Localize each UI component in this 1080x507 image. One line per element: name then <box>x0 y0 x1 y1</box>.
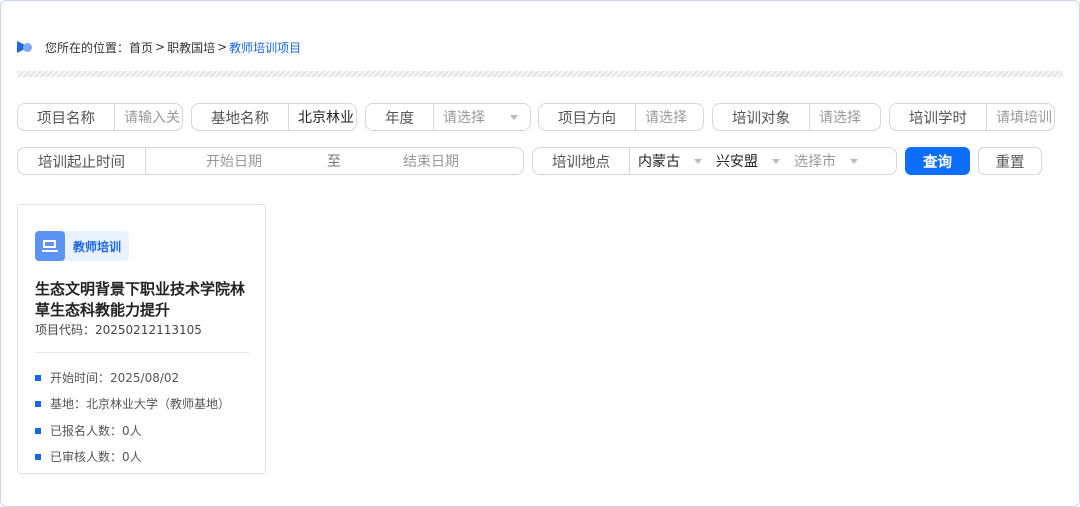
breadcrumb-prefix: 您所在的位置： <box>45 40 130 55</box>
meta-reviewed: 已审核人数：0人 <box>35 448 142 465</box>
year-select[interactable]: 年度 请选择 <box>365 103 531 131</box>
breadcrumb-home[interactable]: 首页 <box>129 39 153 56</box>
target-select[interactable]: 培训对象 请选择 <box>712 103 881 131</box>
year-label: 年度 <box>366 104 434 130</box>
teacher-board-icon <box>35 231 65 261</box>
date-range-separator: 至 <box>327 154 341 170</box>
meta-registered-text: 已报名人数：0人 <box>50 424 142 438</box>
hours-label: 培训学时 <box>890 104 987 130</box>
city-select[interactable]: 选择市 <box>794 148 872 174</box>
meta-registered: 已报名人数：0人 <box>35 422 142 439</box>
project-title[interactable]: 生态文明背景下职业技术学院林草生态科教能力提升 <box>35 279 255 321</box>
period-field[interactable]: 培训起止时间 开始日期 至 结束日期 <box>17 147 524 175</box>
period-label: 培训起止时间 <box>18 148 146 174</box>
project-card[interactable]: 教师培训 生态文明背景下职业技术学院林草生态科教能力提升 项目代码：202502… <box>17 204 266 474</box>
project-name-field[interactable]: 项目名称 请输入关 <box>17 103 183 131</box>
direction-label: 项目方向 <box>539 104 636 130</box>
league-select[interactable]: 兴安盟 <box>716 148 794 174</box>
location-flag-icon <box>17 40 35 54</box>
meta-start-time: 开始时间：2025/08/02 <box>35 369 179 386</box>
chevron-down-icon <box>772 158 780 164</box>
project-name-input[interactable]: 请输入关 <box>115 107 182 127</box>
year-value: 请选择 <box>443 110 485 126</box>
base-name-input[interactable]: 北京林业 <box>289 107 356 127</box>
bullet-icon <box>35 400 41 407</box>
meta-base-text: 基地：北京林业大学（教师基地） <box>50 397 231 411</box>
bullet-icon <box>35 427 41 434</box>
bullet-icon <box>35 374 41 381</box>
project-name-label: 项目名称 <box>18 104 115 130</box>
start-date-input[interactable]: 开始日期 <box>206 151 262 171</box>
breadcrumb-vocational[interactable]: 职教国培 <box>167 39 215 56</box>
category-tag-label: 教师培训 <box>73 239 122 254</box>
location-label: 培训地点 <box>533 148 630 174</box>
breadcrumb-separator: > <box>155 40 166 54</box>
target-label: 培训对象 <box>713 104 810 130</box>
direction-select[interactable]: 项目方向 请选择 <box>538 103 704 131</box>
reset-button[interactable]: 重置 <box>978 147 1042 175</box>
location-field[interactable]: 培训地点 内蒙古 兴安盟 选择市 <box>532 147 897 175</box>
direction-value: 请选择 <box>645 110 687 126</box>
base-name-label: 基地名称 <box>192 104 289 130</box>
province-select[interactable]: 内蒙古 <box>630 148 716 174</box>
meta-start-time-text: 开始时间：2025/08/02 <box>50 371 180 385</box>
chevron-down-icon <box>694 158 702 164</box>
base-name-field[interactable]: 基地名称 北京林业 <box>191 103 357 131</box>
meta-base: 基地：北京林业大学（教师基地） <box>35 395 230 412</box>
target-value: 请选择 <box>819 110 861 126</box>
city-value: 选择市 <box>794 154 836 170</box>
breadcrumb-separator: > <box>217 40 228 54</box>
bullet-icon <box>35 453 41 460</box>
query-button[interactable]: 查询 <box>905 147 970 175</box>
hours-field[interactable]: 培训学时 请填培训 <box>889 103 1055 131</box>
province-value: 内蒙古 <box>638 154 680 170</box>
end-date-input[interactable]: 结束日期 <box>403 151 459 171</box>
chevron-down-icon <box>850 158 858 164</box>
project-code: 项目代码：20250212113105 <box>35 323 202 337</box>
hours-input[interactable]: 请填培训 <box>987 107 1054 127</box>
hatch-divider <box>17 71 1063 77</box>
league-value: 兴安盟 <box>716 154 758 170</box>
category-tag: 教师培训 <box>35 231 129 261</box>
chevron-down-icon <box>510 114 518 120</box>
breadcrumb: 您所在的位置： 首页 > 职教国培 > 教师培训项目 <box>17 38 301 56</box>
breadcrumb-current: 教师培训项目 <box>229 40 302 55</box>
card-divider <box>35 352 249 353</box>
meta-reviewed-text: 已审核人数：0人 <box>50 450 142 464</box>
